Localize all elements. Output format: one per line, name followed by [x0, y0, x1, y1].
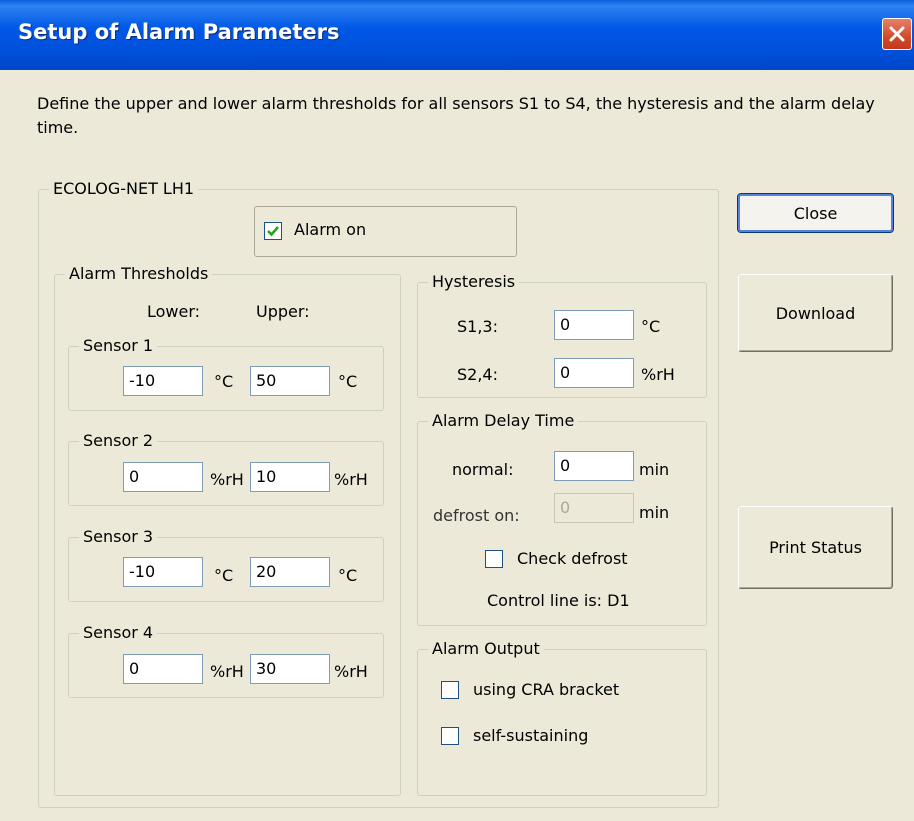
download-button[interactable]: Download: [738, 274, 893, 352]
sensor-4-upper-input[interactable]: 30: [250, 654, 330, 684]
close-button[interactable]: Close: [737, 193, 894, 233]
hysteresis-title: Hysteresis: [428, 272, 520, 291]
sensor-1-upper-unit: °C: [338, 372, 358, 391]
alarm-delay-title: Alarm Delay Time: [428, 411, 579, 430]
control-line-text: Control line is: D1: [487, 591, 630, 610]
upper-header: Upper:: [256, 302, 310, 321]
sensor-1-lower-input[interactable]: -10: [123, 366, 203, 396]
sensor-1-title: Sensor 1: [79, 336, 158, 355]
output-cra-bracket-label[interactable]: using CRA bracket: [473, 680, 619, 699]
title-bar[interactable]: Setup of Alarm Parameters: [0, 0, 914, 70]
hysteresis-s13-label: S1,3:: [457, 317, 498, 336]
check-defrost-label[interactable]: Check defrost: [517, 549, 628, 568]
delay-normal-label: normal:: [452, 460, 514, 479]
sensor-2-upper-input[interactable]: 10: [250, 462, 330, 492]
description-text: Define the upper and lower alarm thresho…: [37, 94, 875, 137]
check-icon: [267, 226, 279, 237]
sensor-2-lower-unit: %rH: [210, 470, 244, 489]
close-icon: [889, 26, 905, 42]
window-title: Setup of Alarm Parameters: [18, 20, 340, 44]
check-defrost-checkbox[interactable]: [485, 550, 503, 568]
delay-defrost-unit: min: [639, 503, 670, 522]
sensor-2-lower-input[interactable]: 0: [123, 462, 203, 492]
output-cra-bracket-checkbox[interactable]: [441, 681, 459, 699]
sensor-1-lower-unit: °C: [214, 372, 234, 391]
delay-normal-input[interactable]: 0: [554, 451, 634, 481]
sensor-3-lower-unit: °C: [214, 566, 234, 585]
sensor-3-title: Sensor 3: [79, 527, 158, 546]
hysteresis-s13-input[interactable]: 0: [554, 310, 634, 340]
hysteresis-s24-label: S2,4:: [457, 365, 498, 384]
alarm-output-title: Alarm Output: [428, 639, 544, 658]
alarm-thresholds-title: Alarm Thresholds: [65, 264, 213, 283]
alarm-output-group: Alarm Output: [417, 639, 707, 796]
alarm-on-label[interactable]: Alarm on: [294, 220, 366, 239]
output-self-sustaining-label[interactable]: self-sustaining: [473, 726, 588, 745]
lower-header: Lower:: [147, 302, 201, 321]
device-group-title: ECOLOG-NET LH1: [49, 179, 199, 198]
window-close-button[interactable]: [882, 18, 912, 50]
sensor-4-lower-unit: %rH: [210, 662, 244, 681]
hysteresis-s13-unit: °C: [641, 317, 661, 336]
sensor-4-title: Sensor 4: [79, 623, 158, 642]
delay-defrost-input: 0: [554, 493, 634, 523]
sensor-4-upper-unit: %rH: [334, 662, 368, 681]
sensor-3-upper-unit: °C: [338, 566, 358, 585]
delay-normal-unit: min: [639, 460, 670, 479]
hysteresis-s24-unit: %rH: [641, 365, 675, 384]
print-status-button[interactable]: Print Status: [738, 506, 893, 589]
sensor-2-upper-unit: %rH: [334, 470, 368, 489]
sensor-3-lower-input[interactable]: -10: [123, 557, 203, 587]
delay-defrost-label: defrost on:: [433, 506, 520, 525]
sensor-4-lower-input[interactable]: 0: [123, 654, 203, 684]
hysteresis-s24-input[interactable]: 0: [554, 358, 634, 388]
alarm-on-checkbox[interactable]: [264, 222, 282, 240]
alarm-setup-dialog: Setup of Alarm Parameters Define the upp…: [0, 0, 914, 821]
sensor-3-upper-input[interactable]: 20: [250, 557, 330, 587]
output-self-sustaining-checkbox[interactable]: [441, 727, 459, 745]
sensor-1-upper-input[interactable]: 50: [250, 366, 330, 396]
sensor-2-title: Sensor 2: [79, 431, 158, 450]
